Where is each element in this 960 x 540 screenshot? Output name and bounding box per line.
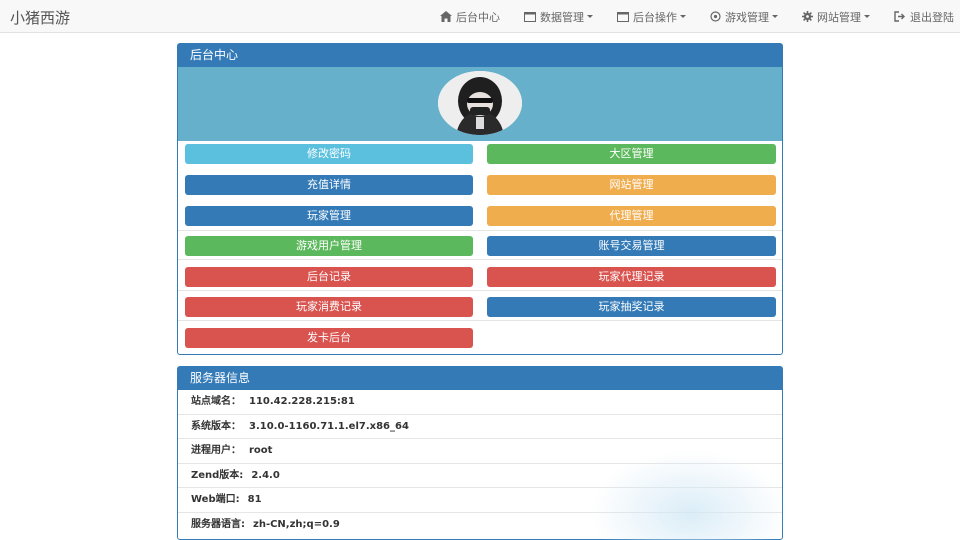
info-label: 服务器语言:: [191, 518, 245, 530]
chevron-down-icon: [680, 15, 686, 18]
game-user-manage-button[interactable]: 游戏用户管理: [185, 236, 473, 256]
avatar-banner: [178, 67, 782, 141]
account-trade-manage-button[interactable]: 账号交易管理: [487, 236, 776, 256]
player-agent-log-button[interactable]: 玩家代理记录: [487, 267, 776, 287]
info-row-domain: 站点域名： 110.42.228.215:81: [178, 390, 782, 415]
recharge-details-button[interactable]: 充值详情: [185, 175, 473, 195]
info-value: 3.10.0-1160.71.1.el7.x86_64: [249, 420, 409, 432]
card-admin-button[interactable]: 发卡后台: [185, 328, 473, 348]
panel-heading: 后台中心: [178, 44, 782, 67]
row-divider: [178, 290, 782, 291]
row-divider: [178, 320, 782, 321]
info-label: 系统版本：: [191, 420, 241, 432]
player-manage-button[interactable]: 玩家管理: [185, 206, 473, 226]
agent-manage-button[interactable]: 代理管理: [487, 206, 776, 226]
nav-ops-label: 后台操作: [633, 10, 677, 24]
info-value: 110.42.228.215:81: [249, 396, 355, 407]
region-manage-button[interactable]: 大区管理: [487, 144, 776, 164]
nav-game-label: 游戏管理: [725, 10, 769, 24]
panel-heading: 服务器信息: [178, 367, 782, 390]
nav-logout-label: 退出登陆: [910, 10, 954, 24]
info-label: Web端口:: [191, 494, 240, 505]
info-label: 站点域名：: [191, 396, 241, 407]
brand-title[interactable]: 小猪西游: [10, 7, 70, 28]
nav-game-dropdown[interactable]: 游戏管理: [710, 9, 778, 25]
row-divider: [178, 230, 782, 231]
info-row-port: Web端口: 81: [178, 488, 782, 513]
nav-site-label: 网站管理: [817, 10, 861, 24]
info-row-os: 系统版本： 3.10.0-1160.71.1.el7.x86_64: [178, 415, 782, 439]
window-icon: [617, 11, 629, 22]
chevron-down-icon: [772, 15, 778, 18]
server-info-panel: 服务器信息 站点域名： 110.42.228.215:81 系统版本： 3.10.0…: [177, 366, 783, 540]
circle-dot-icon: [710, 11, 721, 22]
player-spend-log-button[interactable]: 玩家消费记录: [185, 297, 473, 317]
player-lottery-log-button[interactable]: 玩家抽奖记录: [487, 297, 776, 317]
nav-data-dropdown[interactable]: 数据管理: [524, 9, 593, 25]
avatar-image: [438, 71, 522, 135]
nav-site-dropdown[interactable]: 网站管理: [802, 9, 870, 25]
info-row-user: 进程用户： root: [178, 439, 782, 464]
avatar: [438, 71, 522, 135]
nav-home-label: 后台中心: [456, 10, 500, 24]
change-password-button[interactable]: 修改密码: [185, 144, 473, 164]
info-label: Zend版本:: [191, 469, 244, 481]
nav-logout[interactable]: 退出登陆: [894, 9, 954, 25]
site-manage-button[interactable]: 网站管理: [487, 175, 776, 195]
gear-icon: [802, 11, 813, 22]
info-row-zend: Zend版本: 2.4.0: [178, 464, 782, 488]
nav-menu: 后台中心 数据管理 后台操作 游戏管理 网站管理 退出登陆: [416, 0, 954, 33]
chevron-down-icon: [864, 15, 870, 18]
info-label: 进程用户：: [191, 445, 241, 456]
window-icon: [524, 11, 536, 22]
home-icon: [440, 11, 452, 22]
nav-data-label: 数据管理: [540, 10, 584, 24]
info-value: 81: [247, 494, 262, 505]
info-value: 2.4.0: [251, 469, 280, 481]
info-value: root: [249, 445, 273, 456]
row-divider: [178, 259, 782, 260]
nav-ops-dropdown[interactable]: 后台操作: [617, 9, 686, 25]
info-value: zh-CN,zh;q=0.9: [253, 518, 340, 530]
info-row-language: 服务器语言: zh-CN,zh;q=0.9: [178, 513, 782, 538]
chevron-down-icon: [587, 15, 593, 18]
logout-icon: [894, 11, 905, 22]
top-navbar: 小猪西游 后台中心 数据管理 后台操作 游戏管理 网站管理 退出登陆: [0, 0, 960, 33]
nav-home[interactable]: 后台中心: [440, 9, 500, 25]
admin-log-button[interactable]: 后台记录: [185, 267, 473, 287]
